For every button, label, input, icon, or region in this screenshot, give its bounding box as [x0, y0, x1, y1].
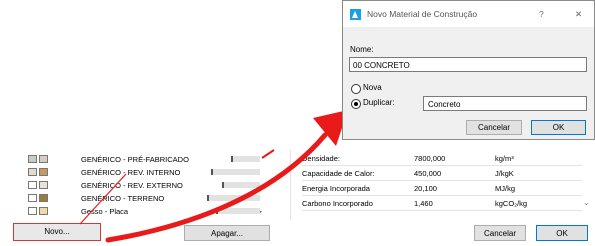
dialog-cancel-button[interactable]: Cancelar: [466, 120, 522, 135]
new-material-dialog: Novo Material de Construção ? ✕ Nome: 00…: [342, 0, 595, 140]
dialog-ok-button[interactable]: OK: [531, 120, 586, 135]
help-button[interactable]: ?: [539, 9, 544, 19]
option-duplicate-radio[interactable]: [351, 99, 361, 109]
red-stroke-fragment: [261, 149, 275, 159]
app-icon: [350, 9, 361, 20]
dialog-title: Novo Material de Construção: [367, 9, 478, 19]
name-input[interactable]: 00 CONCRETO: [349, 57, 587, 72]
duplicate-source-field[interactable]: Concreto: [423, 96, 587, 111]
name-input-value: 00 CONCRETO: [353, 61, 410, 70]
dialog-titlebar[interactable]: Novo Material de Construção ? ✕: [343, 1, 594, 27]
option-duplicate-label[interactable]: Duplicar:: [363, 98, 395, 107]
name-label: Nome:: [350, 45, 374, 54]
option-new-label[interactable]: Nova: [363, 83, 382, 92]
close-icon[interactable]: ✕: [575, 9, 582, 20]
option-new-radio[interactable]: [351, 84, 361, 94]
duplicate-source-value: Concreto: [428, 100, 461, 109]
red-arrow-curve: [105, 132, 328, 243]
red-underline-pointer: [79, 173, 127, 225]
